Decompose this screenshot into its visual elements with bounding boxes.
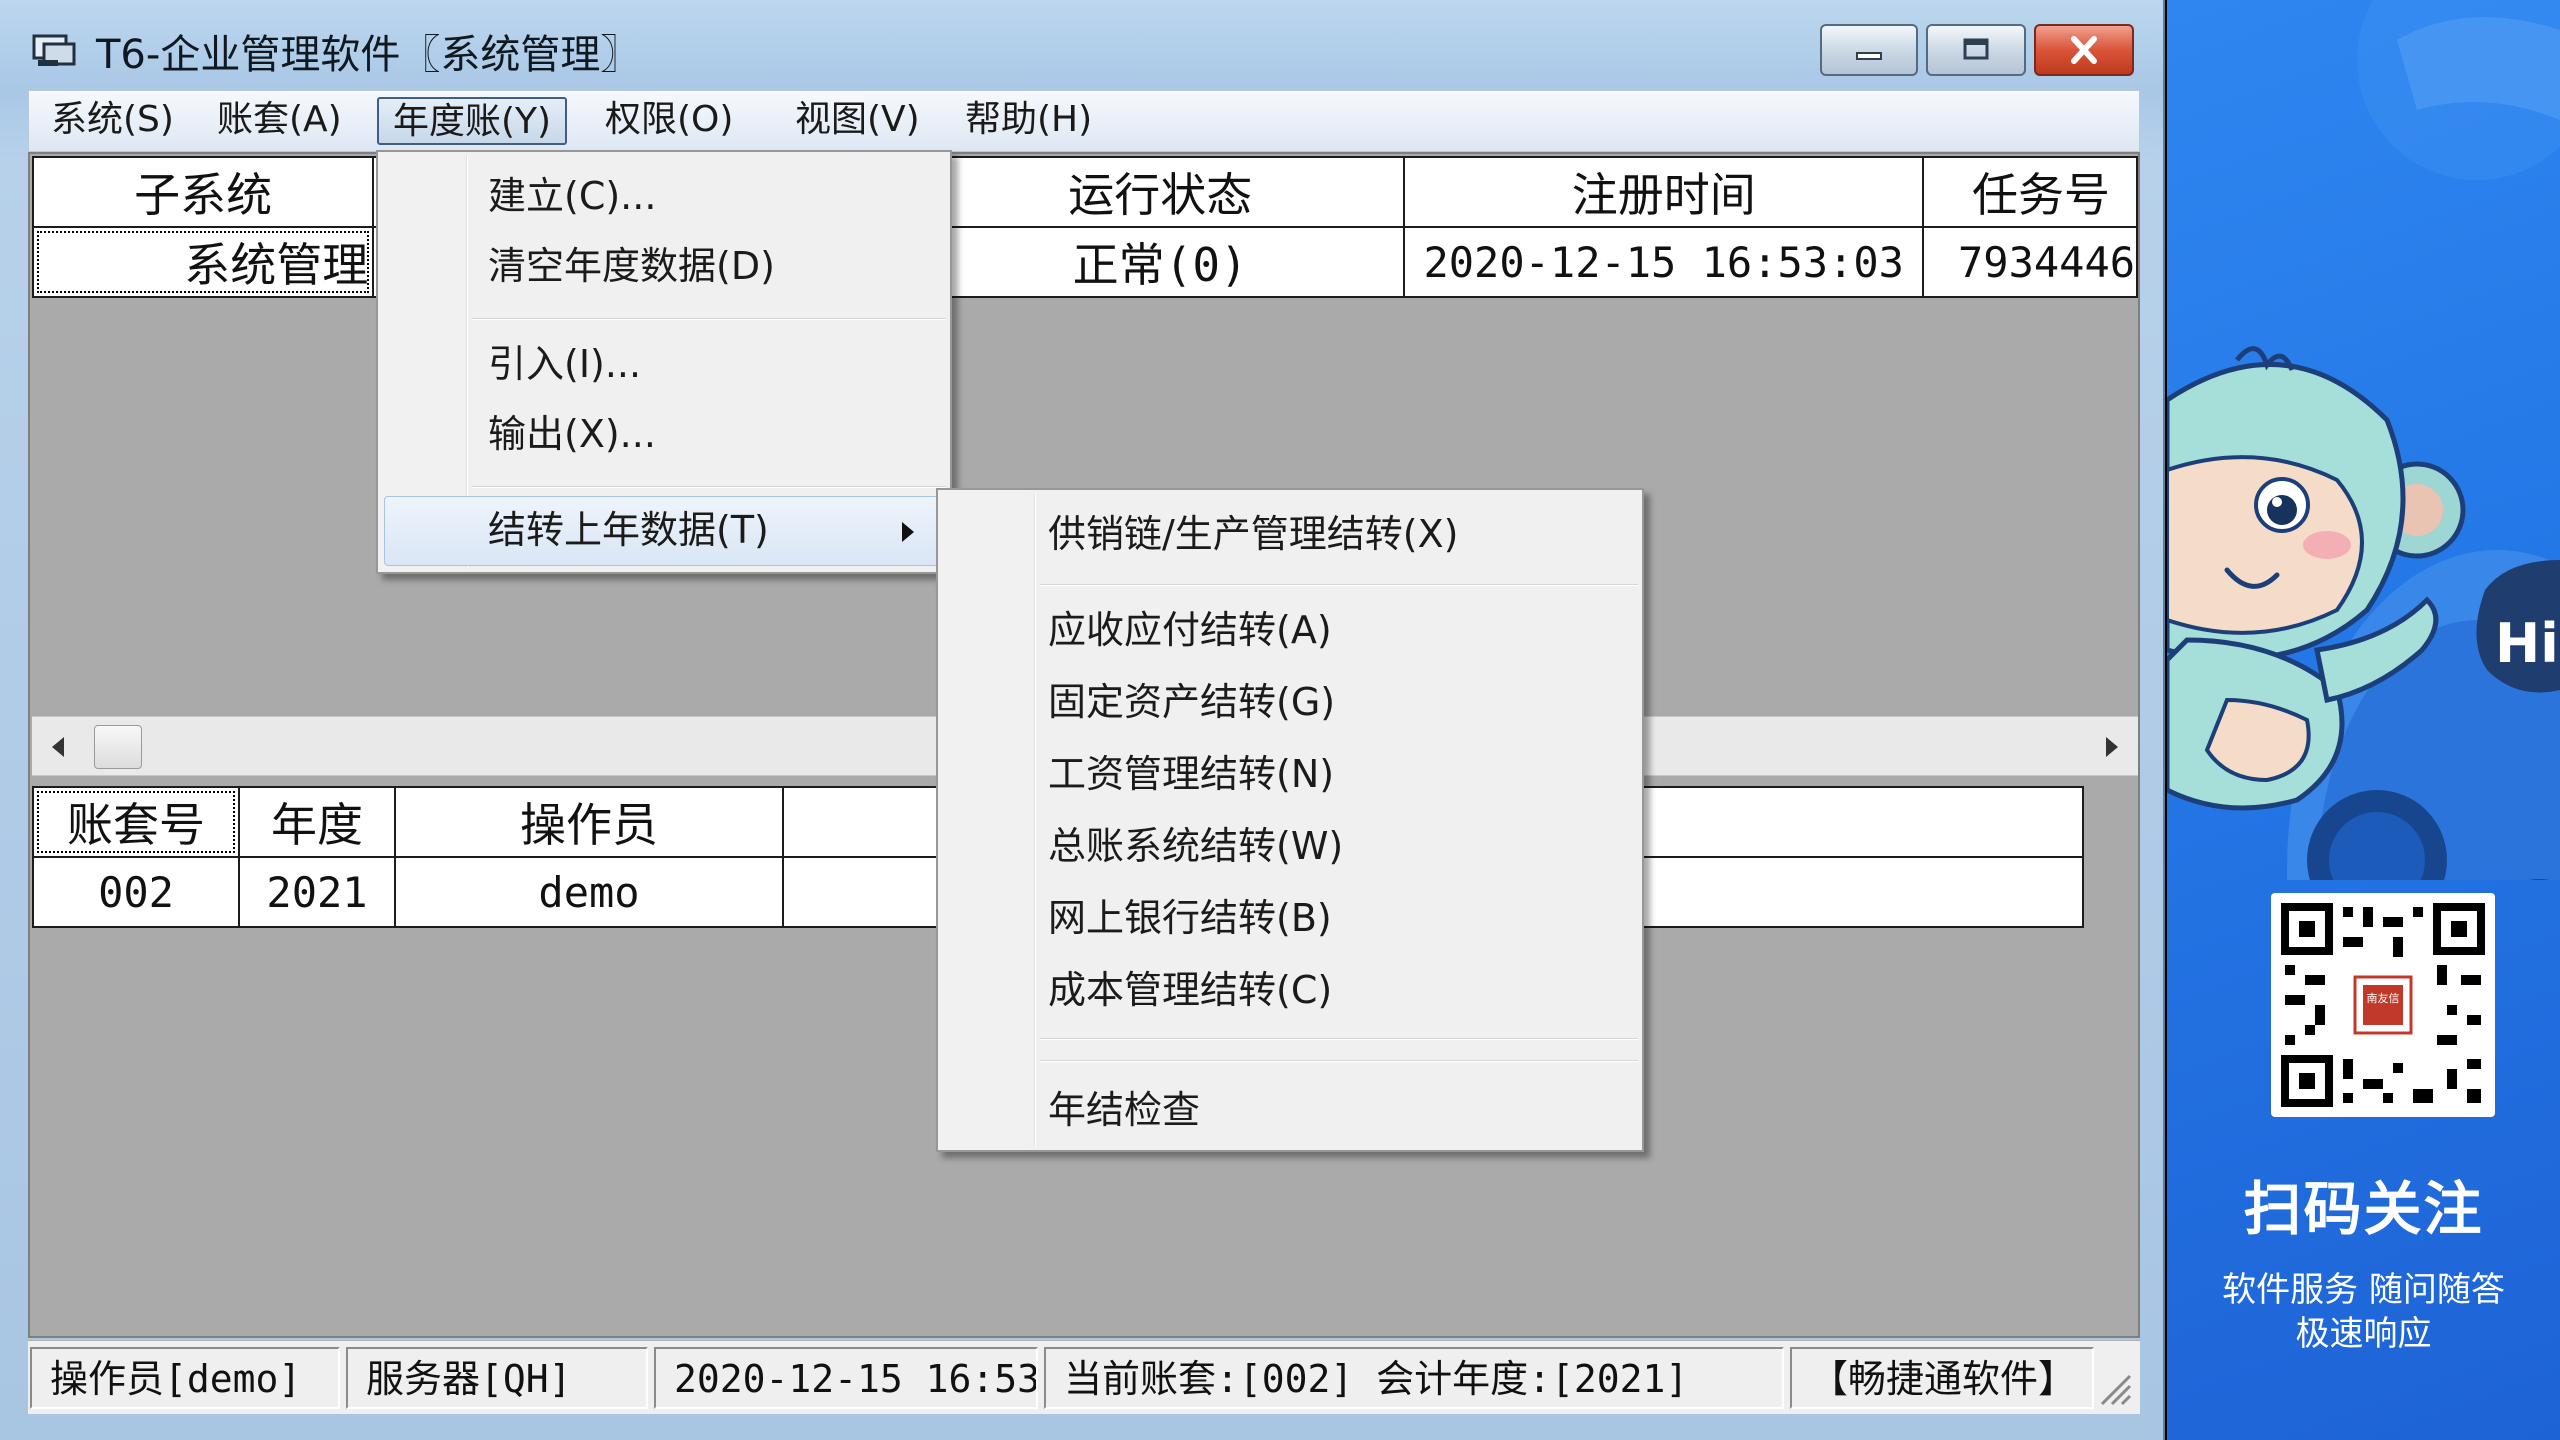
menu-bar: 系统(S) 账套(A) 年度账(Y) 权限(O) 视图(V) 帮助(H) xyxy=(28,90,2140,152)
hi-bubble-text: Hi xyxy=(2495,612,2559,675)
scroll-left-arrow-icon[interactable] xyxy=(44,731,74,763)
menu-item-carry-over[interactable]: 结转上年数据(T) xyxy=(488,500,769,564)
header-account-no[interactable]: 账套号 xyxy=(32,786,240,858)
submenu-arrow-icon xyxy=(902,522,914,542)
cell-run-status[interactable]: 正常(0) xyxy=(915,226,1406,298)
header-subsystem[interactable]: 子系统 xyxy=(31,156,375,228)
menu-permission[interactable]: 权限(O) xyxy=(591,97,747,145)
menu-help[interactable]: 帮助(H) xyxy=(951,97,1106,145)
menu-separator xyxy=(1040,1060,1638,1062)
submenu-item-supply-chain[interactable]: 供销链/生产管理结转(X) xyxy=(1048,504,1459,568)
main-window: T6-企业管理软件〖系统管理〗 系统(S) 账套(A) 年度账(Y) 权限(O)… xyxy=(0,0,2165,1440)
scroll-thumb[interactable] xyxy=(94,725,142,769)
submenu-item-receivable-payable[interactable]: 应收应付结转(A) xyxy=(1048,600,1332,664)
monkey-mascot-illustration xyxy=(2167,0,2560,880)
menu-system[interactable]: 系统(S) xyxy=(37,97,188,145)
app-icon xyxy=(32,34,76,66)
carry-over-submenu: 供销链/生产管理结转(X) 应收应付结转(A) 固定资产结转(G) 工资管理结转… xyxy=(936,488,1644,1152)
subsystem-table: 子系统 站点 运行状态 注册时间 任务号 系统管理 正常(0) 2020-12-… xyxy=(31,156,2138,298)
cell-operator[interactable]: demo xyxy=(394,856,784,928)
qr-center-label: 南友信 xyxy=(2366,992,2400,1005)
ad-subtitle-1: 软件服务 随问随答 xyxy=(2222,1270,2505,1310)
year-account-menu: 建立(C)... 清空年度数据(D) 引入(I)... 输出(X)... 结转上… xyxy=(376,150,952,574)
menu-item-export[interactable]: 输出(X)... xyxy=(488,404,656,468)
status-bar: 操作员[demo] 服务器[QH] 2020-12-15 16:53 当前账套:… xyxy=(28,1340,2140,1414)
menu-view[interactable]: 视图(V) xyxy=(781,97,934,145)
window-title: T6-企业管理软件〖系统管理〗 xyxy=(96,32,641,78)
maximize-icon xyxy=(1963,38,1989,60)
menu-item-create[interactable]: 建立(C)... xyxy=(488,166,656,230)
menu-separator xyxy=(472,318,946,320)
header-operator[interactable]: 操作员 xyxy=(394,786,784,858)
subsystem-header-row: 子系统 站点 运行状态 注册时间 任务号 xyxy=(31,156,2138,228)
status-datetime: 2020-12-15 16:53 xyxy=(654,1347,1038,1409)
scroll-right-arrow-icon[interactable] xyxy=(2096,731,2126,763)
qr-code-icon xyxy=(2281,903,2485,1107)
submenu-item-general-ledger[interactable]: 总账系统结转(W) xyxy=(1048,816,1343,880)
ad-panel: Hi 南友信 扫码关注 软件服务 随问随答 极速响应 xyxy=(2167,0,2560,1440)
cell-subsystem[interactable]: 系统管理 xyxy=(31,226,375,298)
header-task-id[interactable]: 任务号 xyxy=(1922,156,2138,228)
menu-account[interactable]: 账套(A) xyxy=(203,97,356,145)
minimize-button[interactable] xyxy=(1820,24,1918,76)
menu-year-account[interactable]: 年度账(Y) xyxy=(377,97,568,145)
header-register-time[interactable]: 注册时间 xyxy=(1403,156,1925,228)
ad-title: 扫码关注 xyxy=(2243,1175,2484,1243)
table-row[interactable]: 系统管理 正常(0) 2020-12-15 16:53:03 7934446 xyxy=(31,226,2138,298)
cell-account-no[interactable]: 002 xyxy=(32,856,240,928)
status-operator: 操作员[demo] xyxy=(30,1347,340,1409)
submenu-item-online-banking[interactable]: 网上银行结转(B) xyxy=(1048,888,1332,952)
title-bar[interactable]: T6-企业管理软件〖系统管理〗 xyxy=(0,0,2165,88)
submenu-item-fixed-assets[interactable]: 固定资产结转(G) xyxy=(1048,672,1335,736)
minimize-icon xyxy=(1856,52,1882,60)
submenu-item-payroll[interactable]: 工资管理结转(N) xyxy=(1048,744,1334,808)
maximize-button[interactable] xyxy=(1926,24,2026,76)
menu-separator xyxy=(472,486,946,488)
cell-year[interactable]: 2021 xyxy=(238,856,396,928)
cell-task-id[interactable]: 7934446 xyxy=(1922,226,2138,298)
header-run-status[interactable]: 运行状态 xyxy=(915,156,1406,228)
status-current-account: 当前账套:[002] 会计年度:[2021] xyxy=(1044,1347,1784,1409)
qr-code[interactable]: 南友信 xyxy=(2271,893,2495,1117)
menu-item-import[interactable]: 引入(I)... xyxy=(488,334,641,398)
cell-register-time[interactable]: 2020-12-15 16:53:03 xyxy=(1403,226,1925,298)
status-brand: 【畅捷通软件】 xyxy=(1790,1347,2094,1409)
close-button[interactable] xyxy=(2034,24,2134,76)
menu-separator xyxy=(1040,584,1638,586)
status-server: 服务器[QH] xyxy=(346,1347,648,1409)
submenu-item-cost-management[interactable]: 成本管理结转(C) xyxy=(1048,960,1332,1024)
menu-item-clear-year-data[interactable]: 清空年度数据(D) xyxy=(488,236,775,300)
ad-subtitle-2: 极速响应 xyxy=(2295,1314,2432,1354)
submenu-item-year-end-check[interactable]: 年结检查 xyxy=(1048,1080,1200,1144)
header-year[interactable]: 年度 xyxy=(238,786,396,858)
menu-separator xyxy=(1040,1038,1638,1040)
close-icon xyxy=(2071,36,2097,64)
resize-grip-icon[interactable] xyxy=(2094,1368,2134,1408)
